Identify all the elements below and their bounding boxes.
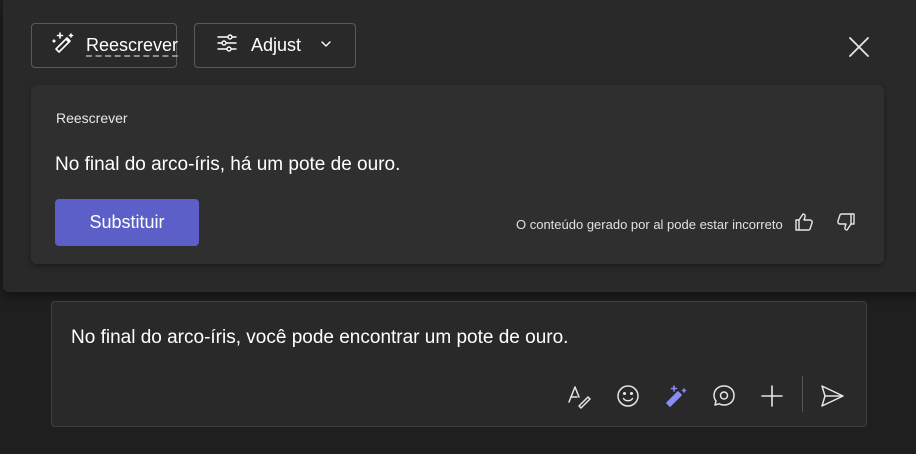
emoji-icon[interactable] <box>615 383 641 409</box>
chevron-down-icon <box>319 35 333 56</box>
loop-icon[interactable] <box>711 383 737 409</box>
close-icon[interactable] <box>847 35 871 59</box>
adjust-dropdown[interactable]: Adjust <box>194 23 356 68</box>
thumbs-down-icon[interactable] <box>835 211 857 233</box>
adjust-label: Adjust <box>251 35 302 55</box>
thumbs-up-icon[interactable] <box>793 211 815 233</box>
format-icon[interactable] <box>566 383 592 409</box>
message-input[interactable]: No final do arco-íris, você pode encontr… <box>71 327 568 349</box>
plus-icon[interactable] <box>759 383 785 409</box>
copilot-icon[interactable] <box>663 383 689 409</box>
send-icon[interactable] <box>819 383 845 409</box>
suggestion-text: No final do arco-íris, há um pote de our… <box>55 154 401 175</box>
rewrite-button-label: Reescrever <box>86 35 179 55</box>
sliders-icon <box>215 31 239 60</box>
rewrite-suggestion-card: Reescrever No final do arco-íris, há um … <box>31 85 884 264</box>
replace-button[interactable]: Substituir <box>55 199 199 246</box>
card-title: Reescrever <box>56 110 128 126</box>
ai-disclaimer: O conteúdo gerado por al pode estar inco… <box>516 217 783 232</box>
toolbar-divider <box>802 376 803 412</box>
rewrite-button[interactable]: Reescrever <box>31 23 179 68</box>
sparkle-pen-icon <box>50 30 76 61</box>
message-compose-box[interactable]: No final do arco-íris, você pode encontr… <box>51 301 867 427</box>
rewrite-panel: Reescrever Adjust Reescrever No final do… <box>3 0 916 292</box>
